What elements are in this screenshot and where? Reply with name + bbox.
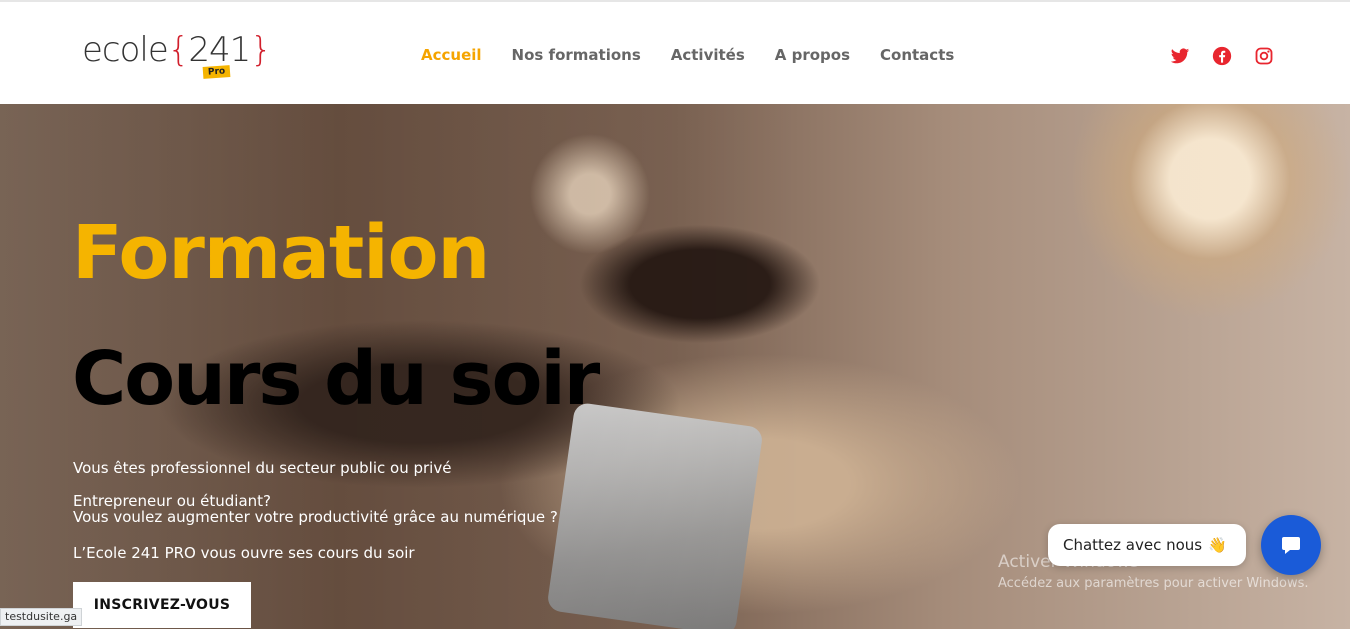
hero-text-line: L’Ecole 241 PRO vous ouvre ses cours du … xyxy=(73,544,415,562)
nav-a-propos[interactable]: A propos xyxy=(775,46,850,64)
nav-activites[interactable]: Activités xyxy=(671,46,745,64)
chat-icon xyxy=(1282,537,1300,554)
hero-title-accent: Formation xyxy=(72,210,490,296)
tablet-illustration xyxy=(546,401,764,629)
nav-nos-formations[interactable]: Nos formations xyxy=(512,46,641,64)
logo-text: ecole{241} xyxy=(82,30,272,70)
main-nav: Accueil Nos formations Activités A propo… xyxy=(421,46,954,64)
hero-title-main: Cours du soir xyxy=(72,336,600,422)
hero-text-line: Vous voulez augmenter votre productivité… xyxy=(73,508,558,526)
social-links xyxy=(1170,46,1274,66)
browser-status-url: testdusite.ga xyxy=(0,608,83,626)
site-header: ecole{241} Pro Accueil Nos formations Ac… xyxy=(0,0,1350,104)
chat-prompt-bubble[interactable]: Chattez avec nous 👋 xyxy=(1048,524,1246,566)
inscrivez-vous-button[interactable]: INSCRIVEZ-VOUS xyxy=(73,582,251,628)
chat-prompt-text: Chattez avec nous xyxy=(1063,536,1203,554)
nav-accueil[interactable]: Accueil xyxy=(421,46,482,64)
windows-activation-subtitle: Accédez aux paramètres pour activer Wind… xyxy=(998,576,1309,591)
ecole241-logo[interactable]: ecole{241} Pro xyxy=(82,26,272,82)
waving-hand-icon: 👋 xyxy=(1208,536,1227,554)
instagram-icon[interactable] xyxy=(1254,46,1274,66)
nav-contacts[interactable]: Contacts xyxy=(880,46,954,64)
facebook-icon[interactable] xyxy=(1212,46,1232,66)
chat-launcher-button[interactable] xyxy=(1261,515,1321,575)
logo-pro-badge: Pro xyxy=(202,65,231,79)
twitter-icon[interactable] xyxy=(1170,46,1190,66)
hero-text-line: Vous êtes professionnel du secteur publi… xyxy=(73,459,452,477)
